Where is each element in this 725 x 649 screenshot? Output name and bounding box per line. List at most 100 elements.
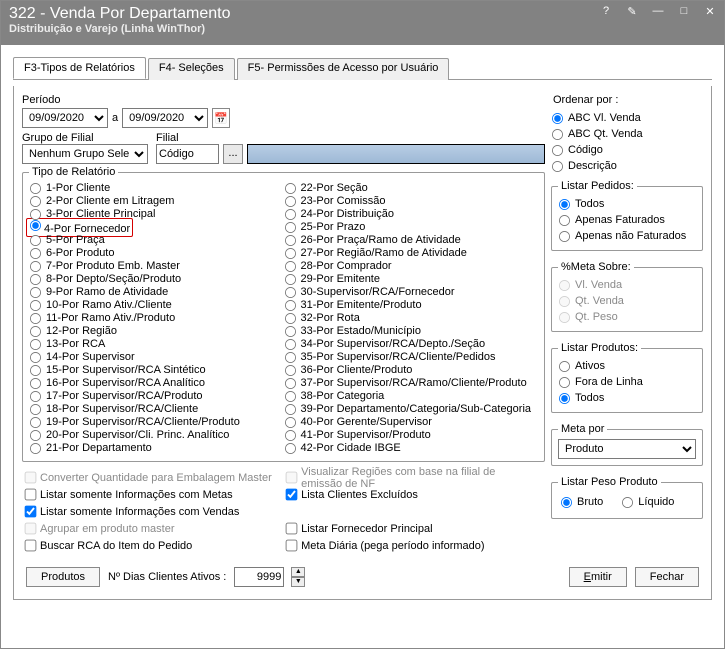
listarprod-option[interactable]: Ativos bbox=[558, 358, 696, 374]
listarped-option[interactable]: Apenas Faturados bbox=[558, 212, 696, 228]
tipo-option[interactable]: 14-Por Supervisor bbox=[29, 351, 284, 364]
tipo-option[interactable]: 19-Por Supervisor/RCA/Cliente/Produto bbox=[29, 416, 284, 429]
produtos-button[interactable]: Produtos bbox=[26, 567, 100, 587]
check-listar-metas[interactable]: Listar somente Informações com Metas bbox=[24, 487, 273, 502]
tipo-option[interactable]: 32-Por Rota bbox=[284, 312, 539, 325]
emitir-button[interactable]: Emitir bbox=[569, 567, 627, 587]
filial-lookup-button[interactable]: ... bbox=[223, 144, 243, 164]
listarprod-option[interactable]: Todos bbox=[558, 390, 696, 406]
listarpeso-option[interactable]: Bruto bbox=[560, 494, 603, 510]
minimize-icon[interactable]: — bbox=[650, 5, 666, 18]
help-icon[interactable]: ? bbox=[598, 5, 614, 18]
tipo-relatorio-group: Tipo de Relatório 1-Por Cliente2-Por Cli… bbox=[22, 166, 545, 462]
tipo-option[interactable]: 24-Por Distribuição bbox=[284, 208, 539, 221]
ordenar-option[interactable]: ABC Vl. Venda bbox=[551, 110, 703, 126]
check-meta-diaria[interactable]: Meta Diária (pega período informado) bbox=[285, 538, 534, 553]
tipo-option[interactable]: 15-Por Supervisor/RCA Sintético bbox=[29, 364, 284, 377]
tipo-option[interactable]: 42-Por Cidade IBGE bbox=[284, 442, 539, 455]
tipo-option[interactable]: 17-Por Supervisor/RCA/Produto bbox=[29, 390, 284, 403]
maximize-icon[interactable]: □ bbox=[676, 5, 692, 18]
tipo-option[interactable]: 18-Por Supervisor/RCA/Cliente bbox=[29, 403, 284, 416]
check-agrupar-master: Agrupar em produto master bbox=[24, 521, 273, 536]
grupo-filial-select[interactable]: Nenhum Grupo Selec bbox=[22, 144, 148, 164]
periodo-from[interactable]: 09/09/2020 bbox=[22, 108, 108, 128]
periodo-label: Período bbox=[22, 94, 545, 106]
tipo-option[interactable]: 26-Por Praça/Ramo de Atividade bbox=[284, 234, 539, 247]
tipo-option[interactable]: 35-Por Supervisor/RCA/Cliente/Pedidos bbox=[284, 351, 539, 364]
tipo-option[interactable]: 13-Por RCA bbox=[29, 338, 284, 351]
check-lista-clientes-excluidos[interactable]: Lista Clientes Excluídos bbox=[285, 487, 534, 502]
tipo-option[interactable]: 5-Por Praça bbox=[29, 234, 284, 247]
meta-sobre-group: %Meta Sobre: Vl. VendaQt. VendaQt. Peso bbox=[551, 261, 703, 332]
window-subtitle: Distribuição e Varejo (Linha WinThor) bbox=[9, 23, 716, 35]
check-visualizar-regioes: Visualizar Regiões com base na filial de… bbox=[285, 470, 534, 485]
tipo-option[interactable]: 2-Por Cliente em Litragem bbox=[29, 195, 284, 208]
filial-display[interactable] bbox=[247, 144, 545, 164]
tipo-option[interactable]: 22-Por Seção bbox=[284, 182, 539, 195]
tipo-option[interactable]: 41-Por Supervisor/Produto bbox=[284, 429, 539, 442]
tipo-option[interactable]: 9-Por Ramo de Atividade bbox=[29, 286, 284, 299]
tipo-option[interactable]: 30-Supervisor/RCA/Fornecedor bbox=[284, 286, 539, 299]
dias-spinner[interactable]: ▲▼ bbox=[291, 567, 305, 587]
fechar-button[interactable]: Fechar bbox=[635, 567, 699, 587]
dias-label: Nº Dias Clientes Ativos : bbox=[108, 571, 226, 583]
tipo-option[interactable]: 6-Por Produto bbox=[29, 247, 284, 260]
spin-down-icon[interactable]: ▼ bbox=[291, 577, 305, 587]
close-icon[interactable]: ✕ bbox=[702, 5, 718, 18]
tipo-option[interactable]: 25-Por Prazo bbox=[284, 221, 539, 234]
tipo-option[interactable]: 12-Por Região bbox=[29, 325, 284, 338]
tipo-option[interactable]: 39-Por Departamento/Categoria/Sub-Catego… bbox=[284, 403, 539, 416]
tipo-option[interactable]: 34-Por Supervisor/RCA/Depto./Seção bbox=[284, 338, 539, 351]
check-listar-vendas[interactable]: Listar somente Informações com Vendas bbox=[24, 504, 273, 519]
meta-por-select[interactable]: Produto bbox=[558, 439, 696, 459]
ordenar-option[interactable]: Código bbox=[551, 142, 703, 158]
metasobre-option: Vl. Venda bbox=[558, 277, 696, 293]
listarpeso-option[interactable]: Líquido bbox=[621, 494, 674, 510]
calendar-icon[interactable]: 📅 bbox=[212, 108, 230, 128]
tab-f3-tipos[interactable]: F3-Tipos de Relatórios bbox=[13, 57, 146, 79]
tipo-option[interactable]: 10-Por Ramo Ativ./Cliente bbox=[29, 299, 284, 312]
tipo-option[interactable]: 40-Por Gerente/Supervisor bbox=[284, 416, 539, 429]
tipo-option[interactable]: 8-Por Depto/Seção/Produto bbox=[29, 273, 284, 286]
tipo-option[interactable]: 7-Por Produto Emb. Master bbox=[29, 260, 284, 273]
ordenar-label: Ordenar por : bbox=[551, 94, 703, 108]
metasobre-option: Qt. Venda bbox=[558, 293, 696, 309]
listar-produtos-group: Listar Produtos: AtivosFora de LinhaTodo… bbox=[551, 342, 703, 413]
titlebar: 322 - Venda Por Departamento Distribuiçã… bbox=[1, 1, 724, 45]
tipo-option[interactable]: 37-Por Supervisor/RCA/Ramo/Cliente/Produ… bbox=[284, 377, 539, 390]
tipo-option[interactable]: 36-Por Cliente/Produto bbox=[284, 364, 539, 377]
tipo-legend: Tipo de Relatório bbox=[29, 166, 118, 178]
tipo-option[interactable]: 20-Por Supervisor/Cli. Princ. Analítico bbox=[29, 429, 284, 442]
tipo-option[interactable]: 1-Por Cliente bbox=[29, 182, 284, 195]
meta-por-group: Meta por Produto bbox=[551, 423, 703, 466]
options-checks: Converter Quantidade para Embalagem Mast… bbox=[22, 466, 545, 553]
check-listar-fornecedor-principal[interactable]: Listar Fornecedor Principal bbox=[285, 521, 534, 536]
tipo-option[interactable]: 29-Por Emitente bbox=[284, 273, 539, 286]
tipo-option[interactable]: 27-Por Região/Ramo de Atividade bbox=[284, 247, 539, 260]
spin-up-icon[interactable]: ▲ bbox=[291, 567, 305, 577]
listarped-option[interactable]: Apenas não Faturados bbox=[558, 228, 696, 244]
metasobre-option: Qt. Peso bbox=[558, 309, 696, 325]
ordenar-option[interactable]: ABC Qt. Venda bbox=[551, 126, 703, 142]
tipo-option[interactable]: 31-Por Emitente/Produto bbox=[284, 299, 539, 312]
periodo-to[interactable]: 09/09/2020 bbox=[122, 108, 208, 128]
tipo-option[interactable]: 38-Por Categoria bbox=[284, 390, 539, 403]
tipo-option[interactable]: 11-Por Ramo Ativ./Produto bbox=[29, 312, 284, 325]
listarped-option[interactable]: Todos bbox=[558, 196, 696, 212]
tipo-option[interactable]: 16-Por Supervisor/RCA Analítico bbox=[29, 377, 284, 390]
filial-code-input[interactable] bbox=[156, 144, 219, 164]
listar-pedidos-group: Listar Pedidos: TodosApenas FaturadosApe… bbox=[551, 180, 703, 251]
tipo-option[interactable]: 23-Por Comissão bbox=[284, 195, 539, 208]
tipo-option[interactable]: 28-Por Comprador bbox=[284, 260, 539, 273]
tipo-option[interactable]: 33-Por Estado/Município bbox=[284, 325, 539, 338]
listarprod-option[interactable]: Fora de Linha bbox=[558, 374, 696, 390]
tipo-option[interactable]: 4-Por Fornecedor bbox=[29, 221, 284, 234]
check-buscar-rca-item[interactable]: Buscar RCA do Item do Pedido bbox=[24, 538, 273, 553]
dias-ativos-input[interactable] bbox=[234, 567, 284, 587]
tab-f5-permissoes[interactable]: F5- Permissões de Acesso por Usuário bbox=[237, 58, 450, 80]
edit-icon[interactable]: ✎ bbox=[624, 5, 640, 18]
tipo-option[interactable]: 21-Por Departamento bbox=[29, 442, 284, 455]
ordenar-option[interactable]: Descrição bbox=[551, 158, 703, 174]
tab-f4-selecoes[interactable]: F4- Seleções bbox=[148, 58, 235, 80]
listar-peso-group: Listar Peso Produto BrutoLíquido bbox=[551, 476, 703, 519]
